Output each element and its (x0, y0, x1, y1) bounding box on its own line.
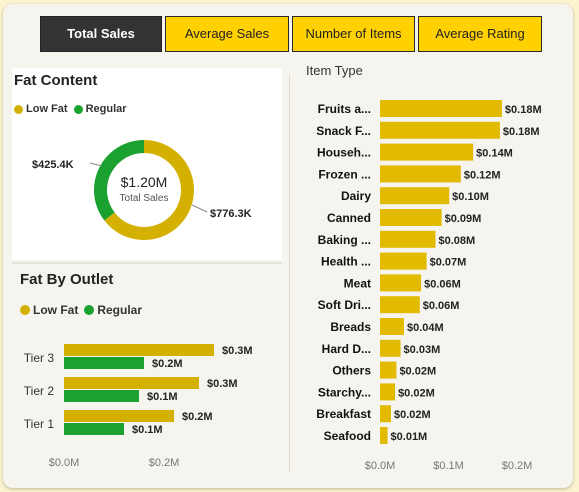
item-type-bar[interactable] (380, 165, 461, 183)
item-type-value-label: $0.09M (445, 213, 482, 225)
item-type-category-label: Canned (327, 211, 371, 225)
item-type-bar[interactable] (380, 383, 396, 401)
item-type-bar[interactable] (380, 230, 436, 248)
outlet-bar-low-fat[interactable] (64, 344, 214, 356)
outlet-x-tick-label: $0.2M (149, 457, 180, 469)
vertical-separator (289, 74, 290, 472)
item-type-bar[interactable] (380, 100, 502, 117)
item-type-x-tick-label: $0.2M (502, 460, 533, 472)
item-type-bar[interactable] (380, 318, 404, 335)
item-type-value-label: $0.02M (394, 409, 431, 421)
item-type-category-label: Fruits a... (318, 102, 371, 116)
outlet-bar-value-label: $0.3M (222, 345, 253, 357)
item-type-category-label: Soft Dri... (318, 298, 371, 312)
regular-data-label: $425.4K (32, 159, 74, 171)
outlet-x-tick-label: $0.0M (49, 457, 80, 469)
outlet-bar-value-label: $0.1M (132, 424, 163, 436)
item-type-bar[interactable] (380, 143, 474, 161)
item-type-value-label: $0.02M (398, 387, 435, 399)
outlet-bar-value-label: $0.3M (207, 378, 238, 390)
item-type-x-tick-label: $0.1M (433, 460, 464, 472)
fat-by-outlet-bar-chart: Tier 3 $0.3M $0.2M Tier 2 $0.3M $0.1M Tier 1 $0… (24, 344, 253, 469)
donut-center-label: Total Sales (120, 193, 169, 204)
item-type-value-label: $0.08M (438, 235, 475, 247)
item-type-category-label: Baking ... (318, 233, 371, 247)
item-type-value-label: $0.07M (430, 257, 467, 269)
legend-item-low-fat[interactable]: Low Fat (14, 103, 68, 115)
outlet-bar-low-fat[interactable] (64, 377, 199, 389)
item-type-bar[interactable] (380, 427, 388, 444)
item-type-bar[interactable] (380, 296, 420, 314)
item-type-value-label: $0.01M (391, 431, 428, 443)
fat-content-donut-chart: $425.4K $776.3K $1.20M Total Sales (32, 140, 252, 240)
item-type-bar[interactable] (380, 361, 397, 379)
item-type-category-label: Seafood (324, 429, 371, 443)
item-type-value-label: $0.14M (476, 148, 513, 160)
item-type-category-label: Snack F... (316, 124, 371, 138)
item-type-category-label: Breakfast (316, 407, 371, 421)
panel-separator (12, 262, 282, 264)
regular-dot-icon (73, 104, 83, 114)
item-type-category-label: Starchy... (318, 385, 371, 399)
outlet-category-label: Tier 2 (24, 384, 55, 398)
item-type-bar[interactable] (380, 405, 391, 423)
legend-item-regular[interactable]: Regular (84, 303, 142, 317)
fat-content-title: Fat Content (14, 72, 98, 89)
item-type-category-label: Meat (344, 276, 371, 290)
tab-average-sales[interactable]: Average Sales (165, 16, 289, 52)
item-type-bar[interactable] (380, 187, 450, 205)
item-type-bar[interactable] (380, 252, 427, 270)
regular-dot-icon (84, 305, 95, 315)
item-type-category-label: Hard D... (322, 342, 371, 356)
item-type-title: Item Type (306, 63, 363, 78)
item-type-x-tick-label: $0.0M (365, 460, 396, 472)
low-fat-dot-icon (14, 104, 23, 114)
low-fat-dot-icon (20, 305, 30, 315)
outlet-bar-value-label: $0.2M (182, 411, 213, 423)
item-type-category-label: Breads (330, 320, 371, 334)
outlet-category-label: Tier 1 (24, 417, 55, 431)
item-type-category-label: Health ... (321, 255, 371, 269)
item-type-value-label: $0.12M (464, 169, 501, 181)
item-type-bar[interactable] (380, 274, 422, 292)
item-type-value-label: $0.10M (452, 191, 489, 203)
item-type-category-label: Dairy (341, 189, 371, 203)
outlet-category-label: Tier 3 (24, 351, 55, 365)
low-fat-leader-line (191, 204, 208, 213)
tab-number-of-items[interactable]: Number of Items (292, 16, 415, 52)
item-type-category-label: Others (332, 364, 371, 378)
fat-by-outlet-title: Fat By Outlet (20, 271, 114, 288)
outlet-bar-low-fat[interactable] (64, 410, 174, 422)
item-type-value-label: $0.03M (404, 344, 441, 356)
item-type-bar-chart: Fruits a... $0.18M Snack F... $0.18M Househ.… (316, 100, 542, 472)
fat-content-legend: Low Fat Regular (14, 103, 133, 115)
item-type-category-label: Househ... (317, 146, 371, 160)
item-type-value-label: $0.06M (423, 300, 460, 312)
item-type-bar[interactable] (380, 339, 401, 357)
item-type-category-label: Frozen ... (318, 167, 371, 181)
donut-center-value: $1.20M (121, 174, 168, 190)
tab-average-rating[interactable]: Average Rating (418, 16, 542, 52)
outlet-bar-regular[interactable] (64, 423, 124, 435)
item-type-bar[interactable] (380, 209, 442, 226)
item-type-value-label: $0.04M (407, 322, 444, 334)
regular-leader-line (89, 162, 103, 167)
item-type-value-label: $0.02M (399, 366, 436, 378)
outlet-bar-value-label: $0.1M (147, 391, 178, 403)
legend-item-low-fat[interactable]: Low Fat (20, 303, 78, 317)
low-fat-data-label: $776.3K (210, 208, 252, 220)
outlet-bar-regular[interactable] (64, 390, 139, 402)
tab-total-sales[interactable]: Total Sales (40, 16, 162, 52)
outlet-bar-value-label: $0.2M (152, 358, 183, 370)
item-type-value-label: $0.18M (505, 104, 542, 116)
item-type-value-label: $0.18M (503, 126, 540, 138)
item-type-bar[interactable] (380, 121, 500, 139)
fat-by-outlet-legend: Low Fat Regular (20, 303, 148, 317)
legend-item-regular[interactable]: Regular (73, 103, 127, 115)
outlet-bar-regular[interactable] (64, 357, 144, 369)
item-type-value-label: $0.06M (424, 278, 461, 290)
